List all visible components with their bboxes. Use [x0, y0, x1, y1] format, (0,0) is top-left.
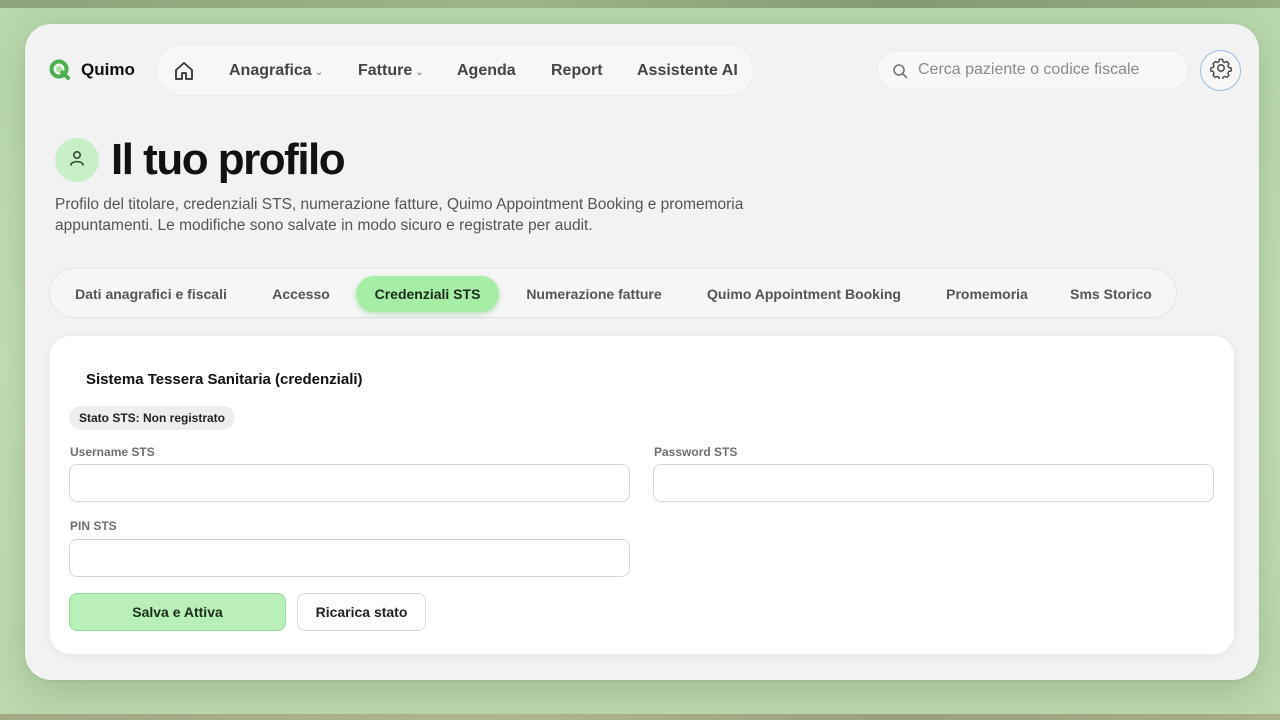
- nav-item-label: Fatture: [358, 62, 413, 79]
- page-title: Il tuo profilo: [111, 135, 346, 184]
- search-bar: [877, 50, 1189, 90]
- save-activate-button[interactable]: Salva e Attiva: [69, 593, 286, 631]
- status-badge: Stato STS: Non registrato: [69, 406, 236, 430]
- tab-credenziali-sts[interactable]: Credenziali STS: [356, 276, 499, 312]
- nav-item-fatture[interactable]: Fatture ⌄: [358, 45, 424, 97]
- nav-item-label: Report: [551, 62, 603, 79]
- search-icon: [892, 63, 908, 79]
- tab-accesso[interactable]: Accesso: [254, 276, 348, 312]
- tab-quimo-appointment-booking[interactable]: Quimo Appointment Booking: [691, 276, 917, 312]
- password-label: Password STS: [654, 445, 738, 459]
- tab-bar: Dati anagrafici e fiscali Accesso Creden…: [49, 268, 1177, 318]
- nav-item-report[interactable]: Report: [551, 45, 603, 97]
- reload-status-button[interactable]: Ricarica stato: [297, 593, 426, 631]
- sts-credentials-card: Sistema Tessera Sanitaria (credenziali) …: [50, 336, 1234, 654]
- chevron-down-icon: ⌄: [314, 67, 324, 78]
- pin-field[interactable]: [69, 539, 630, 577]
- nav-item-agenda[interactable]: Agenda: [457, 45, 516, 97]
- nav-item-label: Agenda: [457, 62, 516, 79]
- nav-item-assistente-ai[interactable]: Assistente AI: [637, 45, 738, 97]
- nav-item-label: Assistente AI: [637, 62, 738, 79]
- home-icon[interactable]: [173, 60, 195, 82]
- chevron-down-icon: ⌄: [415, 67, 424, 78]
- password-field[interactable]: [653, 464, 1214, 502]
- brand[interactable]: Quimo: [49, 58, 135, 82]
- settings-button[interactable]: [1200, 50, 1241, 91]
- tab-numerazione-fatture[interactable]: Numerazione fatture: [510, 276, 678, 312]
- gear-icon: [1209, 57, 1232, 84]
- pin-label: PIN STS: [70, 519, 117, 533]
- background-strip-top: [0, 0, 1280, 8]
- app-window: Quimo Anagrafica ⌄ Fatture ⌄ Agenda Repo…: [25, 24, 1259, 680]
- page-subtitle: Profilo del titolare, credenziali STS, n…: [55, 196, 744, 234]
- search-input[interactable]: [918, 51, 1178, 89]
- tab-dati-anagrafici[interactable]: Dati anagrafici e fiscali: [60, 276, 242, 312]
- user-icon: [67, 148, 87, 173]
- nav-item-label: Anagrafica: [229, 62, 312, 79]
- tab-promemoria[interactable]: Promemoria: [930, 276, 1044, 312]
- username-label: Username STS: [70, 445, 155, 459]
- avatar: [55, 138, 99, 182]
- quimo-logo-icon: [49, 59, 71, 81]
- tab-sms-storico[interactable]: Sms Storico: [1056, 276, 1166, 312]
- card-title: Sistema Tessera Sanitaria (credenziali): [86, 371, 363, 388]
- background-strip-bottom: [0, 714, 1280, 720]
- brand-name: Quimo: [81, 60, 135, 79]
- main-nav: Anagrafica ⌄ Fatture ⌄ Agenda Report Ass…: [156, 44, 754, 96]
- nav-item-anagrafica[interactable]: Anagrafica ⌄: [229, 45, 323, 97]
- username-field[interactable]: [69, 464, 630, 502]
